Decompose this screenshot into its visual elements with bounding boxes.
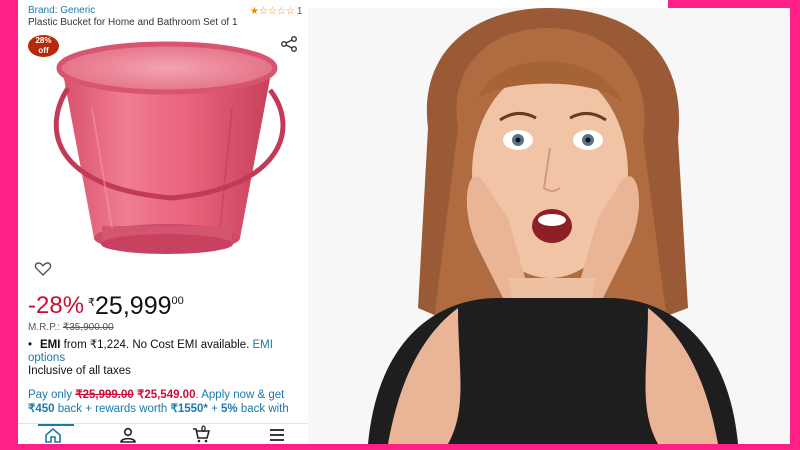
card-offer[interactable]: Pay only ₹25,999.00 ₹25,549.00. Apply no… <box>28 388 303 416</box>
mrp-label: M.R.P.: <box>28 322 61 333</box>
offer-mid: . Apply now & get <box>195 389 285 401</box>
share-icon[interactable] <box>280 36 298 52</box>
rating-count: 1 <box>296 6 303 17</box>
price-row: -28% ₹ 25,999 00 <box>28 292 184 321</box>
discount-badge-pct: 28% <box>35 36 52 45</box>
offer-new-price: ₹25,549.00 <box>137 389 196 401</box>
menu-icon[interactable] <box>268 427 286 443</box>
brand-link[interactable]: Brand: Generic <box>28 5 95 16</box>
cart-count: 0 <box>201 424 207 434</box>
star-rating-icon: ★☆☆☆☆ <box>250 6 295 17</box>
offer-suffix: back with <box>237 403 289 415</box>
pink-border-bottom <box>0 444 800 450</box>
offer-rewards: ₹1550* <box>170 403 208 415</box>
discount-badge-off: off <box>38 46 49 55</box>
offer-mid3: + <box>207 403 222 415</box>
mrp: M.R.P.: ₹35,900.00 <box>28 322 114 333</box>
product-title: Plastic Bucket for Home and Bathroom Set… <box>28 17 238 28</box>
pink-border-left <box>0 0 18 450</box>
taxes-note: Inclusive of all taxes <box>28 365 131 377</box>
bottom-navigation: 0 <box>18 423 308 444</box>
home-icon[interactable] <box>44 427 62 443</box>
account-icon[interactable] <box>119 427 137 443</box>
rating[interactable]: ★☆☆☆☆ 1 <box>250 6 302 17</box>
discount-percent: -28% <box>28 292 85 319</box>
offer-prefix: Pay only <box>28 389 76 401</box>
pink-border-top <box>668 0 800 8</box>
price-amount: 25,999 <box>95 292 172 320</box>
offer-cashback: ₹450 <box>28 403 55 415</box>
bucket-image[interactable] <box>32 38 302 266</box>
surprised-woman-photo <box>308 8 790 444</box>
active-tab-indicator <box>38 424 74 426</box>
bullet: • <box>28 339 33 351</box>
price-decimals: 00 <box>171 295 184 307</box>
product-page-screenshot: Brand: Generic Plastic Bucket for Home a… <box>18 0 308 444</box>
emi-text: from ₹1,224. No Cost EMI available. <box>60 339 253 351</box>
emi-info: • EMI from ₹1,224. No Cost EMI available.… <box>28 339 298 365</box>
discount-badge: 28% off <box>28 35 59 57</box>
wishlist-heart-icon[interactable] <box>34 261 52 277</box>
offer-old-price: ₹25,999.00 <box>75 389 134 401</box>
offer-mid2: back + rewards worth <box>54 403 171 415</box>
offer-pct: 5% <box>221 403 238 415</box>
currency-symbol: ₹ <box>88 297 96 309</box>
emi-label: EMI <box>40 339 61 351</box>
mrp-value: ₹35,900.00 <box>62 322 114 333</box>
pink-border-right <box>790 0 800 450</box>
